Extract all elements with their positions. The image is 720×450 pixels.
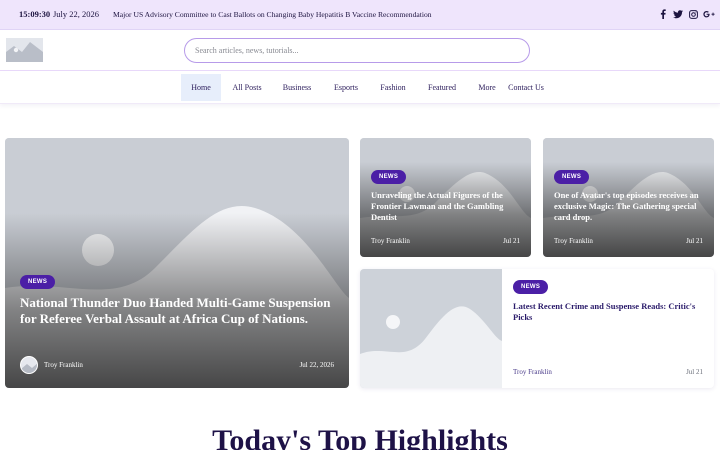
nav-item-business[interactable]: Business [277, 74, 317, 101]
nav-item-fashion[interactable]: Fashion [373, 74, 413, 101]
author-avatar [20, 356, 38, 374]
search-input[interactable] [184, 38, 530, 63]
author-name[interactable]: Troy Franklin [371, 237, 410, 245]
nav-item-home[interactable]: Home [181, 74, 221, 101]
instagram-icon[interactable] [688, 8, 698, 20]
author-name[interactable]: Troy Franklin [554, 237, 593, 245]
google-plus-icon[interactable] [703, 8, 715, 20]
publish-date: Jul 21 [686, 368, 703, 376]
nav-item-more[interactable]: More [473, 74, 501, 101]
category-badge[interactable]: NEWS [371, 170, 407, 184]
category-badge[interactable]: NEWS [554, 170, 590, 184]
facebook-icon[interactable] [658, 8, 668, 20]
section-heading: Today's Top Highlights [212, 424, 508, 450]
author-name[interactable]: Troy Franklin [44, 361, 83, 369]
nav-item-featured[interactable]: Featured [421, 74, 463, 101]
main-navigation: Home All Posts Business Esports Fashion … [0, 71, 720, 104]
featured-article-title[interactable]: National Thunder Duo Handed Multi-Game S… [20, 295, 340, 327]
current-date: July 22, 2026 [53, 9, 100, 19]
logo-placeholder-image [6, 38, 43, 62]
article-title[interactable]: Unraveling the Actual Figures of the Fro… [371, 190, 523, 223]
article-card[interactable]: NEWS One of Avatar's top episodes receiv… [543, 138, 714, 257]
current-time: 15:09:30 [19, 9, 51, 19]
nav-item-esports[interactable]: Esports [326, 74, 366, 101]
featured-article-card[interactable]: NEWS National Thunder Duo Handed Multi-G… [5, 138, 349, 388]
author-name[interactable]: Troy Franklin [513, 368, 552, 376]
category-badge[interactable]: NEWS [513, 280, 549, 294]
article-title[interactable]: Latest Recent Crime and Suspense Reads: … [513, 301, 703, 323]
article-card[interactable]: NEWS Latest Recent Crime and Suspense Re… [360, 269, 714, 388]
publish-date: Jul 21 [503, 237, 520, 245]
breaking-news-ticker[interactable]: Major US Advisory Committee to Cast Ball… [113, 10, 432, 19]
top-bar: 15:09:30 July 22, 2026 Major US Advisory… [0, 0, 720, 30]
publish-date: Jul 21 [686, 237, 703, 245]
article-title[interactable]: One of Avatar's top episodes receives an… [554, 190, 708, 223]
publish-date: Jul 22, 2026 [299, 361, 334, 369]
twitter-icon[interactable] [673, 8, 683, 20]
site-header [0, 30, 720, 71]
site-logo[interactable] [6, 38, 43, 62]
article-card[interactable]: NEWS Unraveling the Actual Figures of th… [360, 138, 531, 257]
nav-item-all-posts[interactable]: All Posts [227, 74, 267, 101]
article-image [360, 269, 502, 388]
nav-item-contact-us[interactable]: Contact Us [503, 74, 549, 101]
category-badge[interactable]: NEWS [20, 275, 56, 289]
